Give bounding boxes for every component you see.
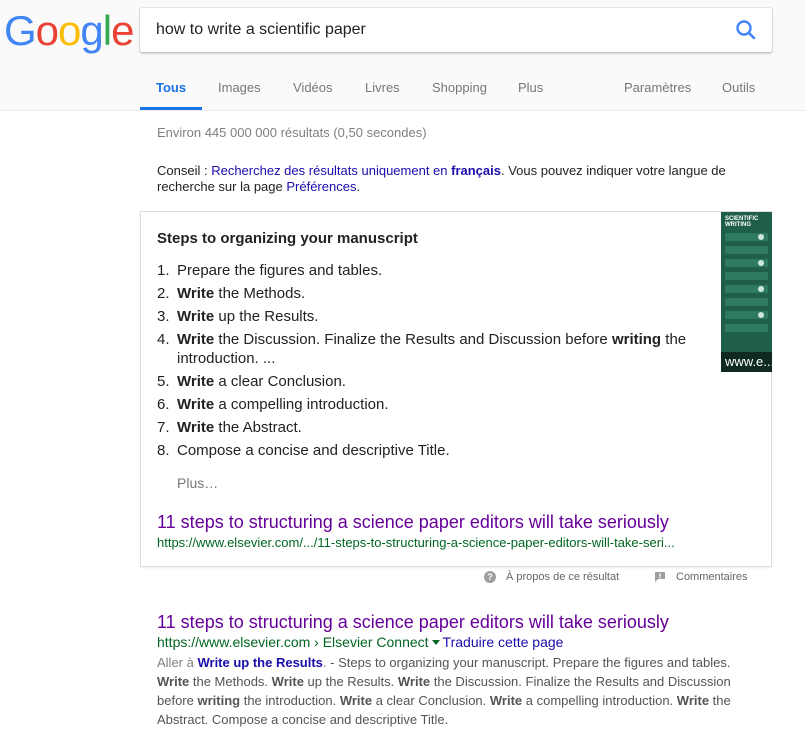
tab-all[interactable]: Tous	[156, 80, 186, 95]
thumbnail-heading: SCIENTIFIC WRITING	[725, 216, 759, 228]
step-number: 8.	[157, 442, 170, 459]
preferences-link[interactable]: Préférences	[286, 179, 356, 194]
result-url-text: https://www.elsevier.com › Elsevier Conn…	[157, 634, 429, 650]
result-title-link[interactable]: 11 steps to structuring a science paper …	[157, 612, 669, 633]
featured-snippet-title: Steps to organizing your manuscript	[157, 230, 418, 247]
infographic-row	[725, 272, 768, 280]
step-item: 8. Compose a concise and descriptive Titl…	[157, 441, 702, 460]
step-text: Write a clear Conclusion.	[177, 373, 346, 390]
step-item: 2. Write the Methods.	[157, 284, 702, 303]
google-logo[interactable]: Google	[4, 6, 134, 56]
step-text: Compose a concise and descriptive Title.	[177, 442, 450, 459]
step-number: 2.	[157, 285, 170, 302]
feedback-label: Commentaires	[676, 571, 748, 583]
step-number: 3.	[157, 308, 170, 325]
tab-settings[interactable]: Paramètres	[624, 80, 691, 95]
search-input[interactable]: how to write a scientific paper	[156, 21, 366, 39]
step-number: 6.	[157, 396, 170, 413]
step-item: 7. Write the Abstract.	[157, 418, 702, 437]
steps-list: 1. Prepare the figures and tables. 2. Write…	[157, 261, 702, 464]
step-text: Write the Discussion. Finalize the Resul…	[177, 331, 687, 367]
thumbnail-caption: www.e...	[721, 352, 772, 372]
infographic-image: SCIENTIFIC WRITING	[725, 216, 768, 337]
logo-letter: G	[4, 7, 37, 54]
step-number: 5.	[157, 373, 170, 390]
result-snippet: Aller à Write up the Results. - Steps to…	[157, 655, 731, 727]
feedback-icon	[655, 572, 665, 582]
tab-shopping[interactable]: Shopping	[432, 80, 487, 95]
step-number: 4.	[157, 331, 170, 348]
svg-text:?: ?	[487, 572, 493, 582]
tab-books[interactable]: Livres	[365, 80, 400, 95]
search-icon[interactable]	[732, 16, 760, 44]
language-filter-link[interactable]: Recherchez des résultats uniquement en f…	[211, 163, 501, 178]
logo-letter: l	[102, 7, 112, 54]
feedback-link[interactable]: Commentaires	[654, 571, 748, 583]
search-header: Google how to write a scientific paper T…	[0, 0, 805, 111]
tab-more[interactable]: Plus	[518, 80, 543, 95]
featured-snippet: Steps to organizing your manuscript 1. Pr…	[140, 211, 772, 567]
step-number: 1.	[157, 262, 170, 279]
step-text: Write a compelling introduction.	[177, 396, 389, 413]
jump-to-link[interactable]: Write up the Results	[197, 655, 322, 670]
step-number: 7.	[157, 419, 170, 436]
about-result-link[interactable]: ? À propos de ce résultat	[484, 571, 619, 583]
step-text: Write the Methods.	[177, 285, 306, 302]
logo-letter: e	[111, 7, 134, 54]
step-text: Prepare the figures and tables.	[177, 262, 383, 279]
result-url: https://www.elsevier.com › Elsevier Conn…	[157, 634, 563, 650]
search-tabs: Tous Images Vidéos Livres Shopping Plus …	[140, 70, 800, 111]
infographic-row	[725, 311, 768, 319]
infographic-row	[725, 246, 768, 254]
tip-suffix: .	[356, 179, 361, 194]
help-icon: ?	[484, 571, 496, 583]
infographic-row	[725, 259, 768, 267]
step-item: 4. Write the Discussion. Finalize the Res…	[157, 330, 702, 368]
step-item: 6. Write a compelling introduction.	[157, 395, 702, 414]
step-text: Write up the Results.	[177, 308, 319, 325]
about-result-label: À propos de ce résultat	[506, 571, 620, 583]
infographic-row	[725, 233, 768, 241]
featured-result-title[interactable]: 11 steps to structuring a science paper …	[157, 512, 669, 533]
step-item: 5. Write a clear Conclusion.	[157, 372, 702, 391]
step-item: 3. Write up the Results.	[157, 307, 702, 326]
url-dropdown-icon[interactable]	[431, 640, 440, 645]
active-tab-indicator	[140, 107, 202, 110]
infographic-row	[725, 298, 768, 306]
infographic-row	[725, 324, 768, 332]
tab-images[interactable]: Images	[218, 80, 261, 95]
result-stats: Environ 445 000 000 résultats (0,50 seco…	[157, 125, 427, 140]
language-filter-link-text: Recherchez des résultats uniquement en	[211, 163, 452, 178]
step-item: 1. Prepare the figures and tables.	[157, 261, 702, 280]
language-filter-link-bold: français	[451, 163, 501, 178]
featured-thumbnail[interactable]: SCIENTIFIC WRITING www.e...	[721, 212, 772, 372]
featured-result-url: https://www.elsevier.com/.../11-steps-to…	[157, 535, 675, 550]
logo-letter: o	[35, 7, 59, 54]
tip-prefix: Conseil :	[157, 163, 212, 178]
infographic-row	[725, 285, 768, 293]
step-text: Write the Abstract.	[177, 419, 302, 436]
logo-letter: g	[80, 7, 103, 54]
translate-link[interactable]: Traduire cette page	[443, 634, 564, 650]
tab-tools[interactable]: Outils	[722, 80, 755, 95]
language-tip: Conseil : Recherchez des résultats uniqu…	[157, 163, 737, 195]
search-box[interactable]: how to write a scientific paper	[140, 8, 772, 52]
more-link[interactable]: Plus…	[177, 475, 218, 491]
logo-letter: o	[58, 7, 81, 54]
tab-videos[interactable]: Vidéos	[293, 80, 333, 95]
